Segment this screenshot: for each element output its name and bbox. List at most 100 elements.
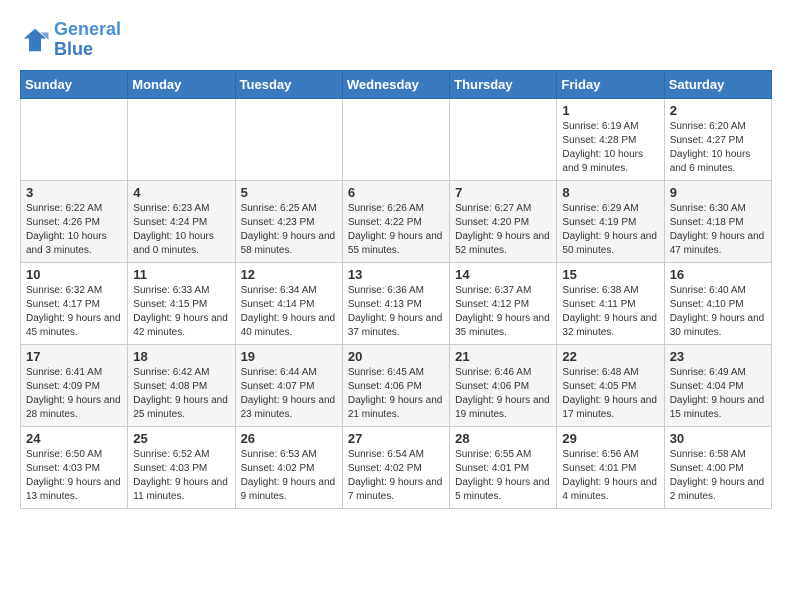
day-number: 24: [26, 431, 122, 446]
header-tuesday: Tuesday: [235, 70, 342, 98]
day-number: 18: [133, 349, 229, 364]
day-number: 30: [670, 431, 766, 446]
day-number: 22: [562, 349, 658, 364]
calendar-cell: 7Sunrise: 6:27 AM Sunset: 4:20 PM Daylig…: [450, 180, 557, 262]
calendar-cell: 13Sunrise: 6:36 AM Sunset: 4:13 PM Dayli…: [342, 262, 449, 344]
calendar-cell: 11 Sunrise: 6:33 AM Sunset: 4:15 PM Dayli…: [128, 262, 235, 344]
calendar-cell: 6Sunrise: 6:26 AM Sunset: 4:22 PM Daylig…: [342, 180, 449, 262]
day-info: Sunrise: 6:20 AM Sunset: 4:27 PM Dayligh…: [670, 120, 766, 176]
calendar-cell: [21, 98, 128, 180]
header-thursday: Thursday: [450, 70, 557, 98]
day-info: Sunrise: 6:29 AM Sunset: 4:19 PM Dayligh…: [562, 202, 658, 258]
calendar-cell: 8 Sunrise: 6:29 AM Sunset: 4:19 PM Daylig…: [557, 180, 664, 262]
calendar-cell: 14 Sunrise: 6:37 AM Sunset: 4:12 PM Dayli…: [450, 262, 557, 344]
day-number: 11: [133, 267, 229, 282]
day-info: Sunrise: 6:37 AM Sunset: 4:12 PM Dayligh…: [455, 284, 551, 340]
header-sunday: Sunday: [21, 70, 128, 98]
calendar-cell: 26 Sunrise: 6:53 AM Sunset: 4:02 PM Dayli…: [235, 426, 342, 508]
calendar-cell: 17 Sunrise: 6:41 AM Sunset: 4:09 PM Dayli…: [21, 344, 128, 426]
calendar-cell: 4 Sunrise: 6:23 AM Sunset: 4:24 PM Daylig…: [128, 180, 235, 262]
calendar-cell: 21 Sunrise: 6:46 AM Sunset: 4:06 PM Dayli…: [450, 344, 557, 426]
calendar-cell: [342, 98, 449, 180]
logo-text: General Blue: [54, 20, 121, 60]
day-info: Sunrise: 6:32 AM Sunset: 4:17 PM Dayligh…: [26, 284, 122, 340]
day-info: Sunrise: 6:58 AM Sunset: 4:00 PM Dayligh…: [670, 448, 766, 504]
calendar-cell: 2 Sunrise: 6:20 AM Sunset: 4:27 PM Daylig…: [664, 98, 771, 180]
calendar-cell: 25 Sunrise: 6:52 AM Sunset: 4:03 PM Dayli…: [128, 426, 235, 508]
day-number: 17: [26, 349, 122, 364]
day-info: Sunrise: 6:22 AM Sunset: 4:26 PM Dayligh…: [26, 202, 122, 258]
day-info: Sunrise: 6:50 AM Sunset: 4:03 PM Dayligh…: [26, 448, 122, 504]
day-info: Sunrise: 6:30 AM Sunset: 4:18 PM Dayligh…: [670, 202, 766, 258]
day-number: 4: [133, 185, 229, 200]
day-info: Sunrise: 6:44 AM Sunset: 4:07 PM Dayligh…: [241, 366, 337, 422]
day-info: Sunrise: 6:55 AM Sunset: 4:01 PM Dayligh…: [455, 448, 551, 504]
calendar-cell: [235, 98, 342, 180]
calendar-cell: 20Sunrise: 6:45 AM Sunset: 4:06 PM Dayli…: [342, 344, 449, 426]
day-number: 23: [670, 349, 766, 364]
day-info: Sunrise: 6:46 AM Sunset: 4:06 PM Dayligh…: [455, 366, 551, 422]
day-info: Sunrise: 6:33 AM Sunset: 4:15 PM Dayligh…: [133, 284, 229, 340]
day-number: 29: [562, 431, 658, 446]
calendar-cell: [128, 98, 235, 180]
calendar-week-1: 1 Sunrise: 6:19 AM Sunset: 4:28 PM Daylig…: [21, 98, 772, 180]
day-number: 3: [26, 185, 122, 200]
day-number: 21: [455, 349, 551, 364]
calendar-week-2: 3 Sunrise: 6:22 AM Sunset: 4:26 PM Daylig…: [21, 180, 772, 262]
calendar-cell: 15 Sunrise: 6:38 AM Sunset: 4:11 PM Dayli…: [557, 262, 664, 344]
calendar-cell: 18 Sunrise: 6:42 AM Sunset: 4:08 PM Dayli…: [128, 344, 235, 426]
day-number: 16: [670, 267, 766, 282]
calendar-cell: 22 Sunrise: 6:48 AM Sunset: 4:05 PM Dayli…: [557, 344, 664, 426]
calendar-table: SundayMondayTuesdayWednesdayThursdayFrid…: [20, 70, 772, 509]
day-number: 28: [455, 431, 551, 446]
calendar-cell: 9 Sunrise: 6:30 AM Sunset: 4:18 PM Daylig…: [664, 180, 771, 262]
day-info: Sunrise: 6:19 AM Sunset: 4:28 PM Dayligh…: [562, 120, 658, 176]
calendar-cell: 1 Sunrise: 6:19 AM Sunset: 4:28 PM Daylig…: [557, 98, 664, 180]
day-info: Sunrise: 6:41 AM Sunset: 4:09 PM Dayligh…: [26, 366, 122, 422]
header-friday: Friday: [557, 70, 664, 98]
day-number: 5: [241, 185, 337, 200]
day-info: Sunrise: 6:38 AM Sunset: 4:11 PM Dayligh…: [562, 284, 658, 340]
calendar-cell: 27 Sunrise: 6:54 AM Sunset: 4:02 PM Dayli…: [342, 426, 449, 508]
day-info: Sunrise: 6:49 AM Sunset: 4:04 PM Dayligh…: [670, 366, 766, 422]
header-wednesday: Wednesday: [342, 70, 449, 98]
day-number: 8: [562, 185, 658, 200]
calendar-header-row: SundayMondayTuesdayWednesdayThursdayFrid…: [21, 70, 772, 98]
day-info: Sunrise: 6:52 AM Sunset: 4:03 PM Dayligh…: [133, 448, 229, 504]
day-info: Sunrise: 6:45 AM Sunset: 4:06 PM Dayligh…: [348, 366, 444, 422]
calendar-cell: 28 Sunrise: 6:55 AM Sunset: 4:01 PM Dayli…: [450, 426, 557, 508]
calendar-cell: 30 Sunrise: 6:58 AM Sunset: 4:00 PM Dayli…: [664, 426, 771, 508]
day-info: Sunrise: 6:25 AM Sunset: 4:23 PM Dayligh…: [241, 202, 337, 258]
day-info: Sunrise: 6:42 AM Sunset: 4:08 PM Dayligh…: [133, 366, 229, 422]
calendar-cell: 19 Sunrise: 6:44 AM Sunset: 4:07 PM Dayli…: [235, 344, 342, 426]
page-header: General Blue: [20, 20, 772, 60]
day-number: 25: [133, 431, 229, 446]
calendar-cell: 12Sunrise: 6:34 AM Sunset: 4:14 PM Dayli…: [235, 262, 342, 344]
calendar-cell: 10 Sunrise: 6:32 AM Sunset: 4:17 PM Dayli…: [21, 262, 128, 344]
calendar-cell: 29Sunrise: 6:56 AM Sunset: 4:01 PM Dayli…: [557, 426, 664, 508]
day-info: Sunrise: 6:36 AM Sunset: 4:13 PM Dayligh…: [348, 284, 444, 340]
day-info: Sunrise: 6:23 AM Sunset: 4:24 PM Dayligh…: [133, 202, 229, 258]
logo: General Blue: [20, 20, 121, 60]
day-info: Sunrise: 6:53 AM Sunset: 4:02 PM Dayligh…: [241, 448, 337, 504]
day-number: 1: [562, 103, 658, 118]
day-info: Sunrise: 6:27 AM Sunset: 4:20 PM Dayligh…: [455, 202, 551, 258]
header-saturday: Saturday: [664, 70, 771, 98]
day-number: 26: [241, 431, 337, 446]
day-number: 2: [670, 103, 766, 118]
day-number: 27: [348, 431, 444, 446]
header-monday: Monday: [128, 70, 235, 98]
calendar-cell: 23 Sunrise: 6:49 AM Sunset: 4:04 PM Dayli…: [664, 344, 771, 426]
day-info: Sunrise: 6:48 AM Sunset: 4:05 PM Dayligh…: [562, 366, 658, 422]
day-number: 14: [455, 267, 551, 282]
day-number: 15: [562, 267, 658, 282]
day-number: 10: [26, 267, 122, 282]
calendar-week-3: 10 Sunrise: 6:32 AM Sunset: 4:17 PM Dayli…: [21, 262, 772, 344]
calendar-week-4: 17 Sunrise: 6:41 AM Sunset: 4:09 PM Dayli…: [21, 344, 772, 426]
calendar-cell: [450, 98, 557, 180]
day-info: Sunrise: 6:54 AM Sunset: 4:02 PM Dayligh…: [348, 448, 444, 504]
day-number: 9: [670, 185, 766, 200]
day-number: 12: [241, 267, 337, 282]
day-number: 19: [241, 349, 337, 364]
day-info: Sunrise: 6:40 AM Sunset: 4:10 PM Dayligh…: [670, 284, 766, 340]
